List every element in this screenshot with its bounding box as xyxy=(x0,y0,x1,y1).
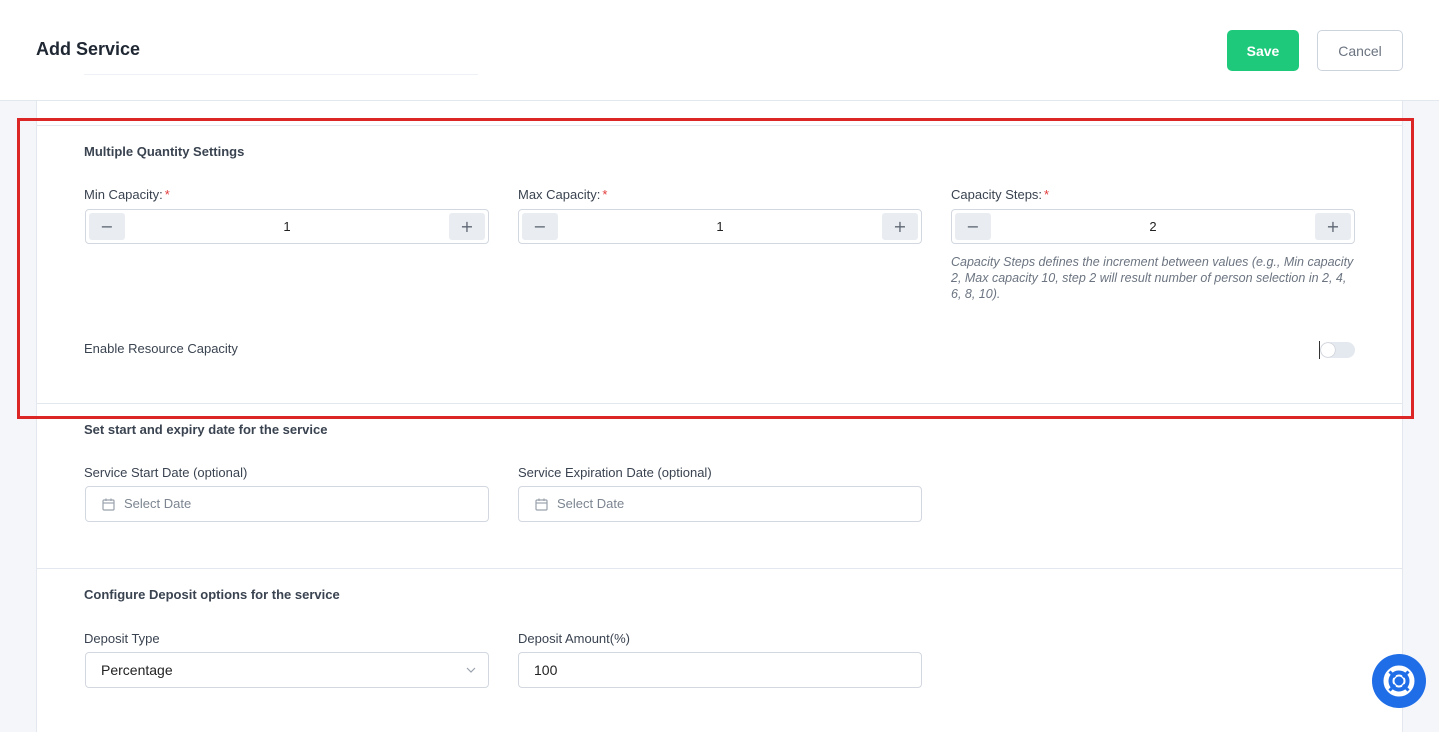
toggle-knob xyxy=(1321,343,1335,357)
start-date-input[interactable]: Select Date xyxy=(85,486,489,522)
min-capacity-input[interactable]: 1 xyxy=(126,210,448,243)
enable-resource-capacity-toggle[interactable] xyxy=(1319,341,1355,359)
deposit-type-select[interactable]: Percentage xyxy=(85,652,489,688)
form-panel xyxy=(36,101,1403,732)
header-divider xyxy=(84,74,478,75)
min-capacity-increment-button[interactable]: + xyxy=(449,213,485,240)
help-button[interactable] xyxy=(1372,654,1426,708)
chevron-down-icon xyxy=(466,667,476,673)
deposit-amount-label: Deposit Amount(%) xyxy=(518,631,630,646)
capacity-steps-hint: Capacity Steps defines the increment bet… xyxy=(951,255,1354,301)
start-date-placeholder: Select Date xyxy=(124,496,192,511)
text-cursor xyxy=(1319,341,1320,359)
max-capacity-input[interactable]: 1 xyxy=(559,210,881,243)
save-button[interactable]: Save xyxy=(1227,30,1299,71)
page-header: Add Service Save Cancel xyxy=(0,0,1439,101)
section-divider xyxy=(36,403,1403,404)
capacity-steps-stepper: − 2 + xyxy=(951,209,1355,244)
max-capacity-stepper: − 1 + xyxy=(518,209,922,244)
required-mark: * xyxy=(1044,187,1050,202)
section-divider xyxy=(36,125,1403,126)
expiry-date-placeholder: Select Date xyxy=(557,496,625,511)
deposit-amount-input[interactable]: 100 xyxy=(518,652,922,688)
calendar-icon xyxy=(535,498,548,511)
lifebuoy-icon xyxy=(1383,665,1415,697)
expiry-date-input[interactable]: Select Date xyxy=(518,486,922,522)
capacity-steps-label-text: Capacity Steps: xyxy=(951,187,1043,202)
deposit-type-label: Deposit Type xyxy=(84,631,160,646)
capacity-steps-input[interactable]: 2 xyxy=(992,210,1314,243)
expiry-date-label: Service Expiration Date (optional) xyxy=(518,465,712,480)
page-title: Add Service xyxy=(36,39,141,59)
max-capacity-increment-button[interactable]: + xyxy=(882,213,918,240)
deposit-type-value: Percentage xyxy=(101,662,173,678)
min-capacity-label-text: Min Capacity: xyxy=(84,187,163,202)
capacity-steps-increment-button[interactable]: + xyxy=(1315,213,1351,240)
calendar-icon xyxy=(102,498,115,511)
dates-section-title: Set start and expiry date for the servic… xyxy=(84,422,328,437)
deposit-amount-value: 100 xyxy=(534,662,558,678)
max-capacity-label: Max Capacity: * xyxy=(518,187,607,202)
required-mark: * xyxy=(602,187,608,202)
min-capacity-decrement-button[interactable]: − xyxy=(89,213,125,240)
start-date-label: Service Start Date (optional) xyxy=(84,465,248,480)
deposit-section-title: Configure Deposit options for the servic… xyxy=(84,587,340,602)
max-capacity-decrement-button[interactable]: − xyxy=(522,213,558,240)
min-capacity-label: Min Capacity: * xyxy=(84,187,170,202)
required-mark: * xyxy=(164,187,170,202)
enable-resource-capacity-label: Enable Resource Capacity xyxy=(84,341,238,356)
capacity-steps-label: Capacity Steps: * xyxy=(951,187,1049,202)
capacity-steps-decrement-button[interactable]: − xyxy=(955,213,991,240)
section-divider xyxy=(36,568,1403,569)
max-capacity-label-text: Max Capacity: xyxy=(518,187,601,202)
min-capacity-stepper: − 1 + xyxy=(85,209,489,244)
multiple-quantity-title: Multiple Quantity Settings xyxy=(84,144,245,159)
cancel-button[interactable]: Cancel xyxy=(1317,30,1403,71)
